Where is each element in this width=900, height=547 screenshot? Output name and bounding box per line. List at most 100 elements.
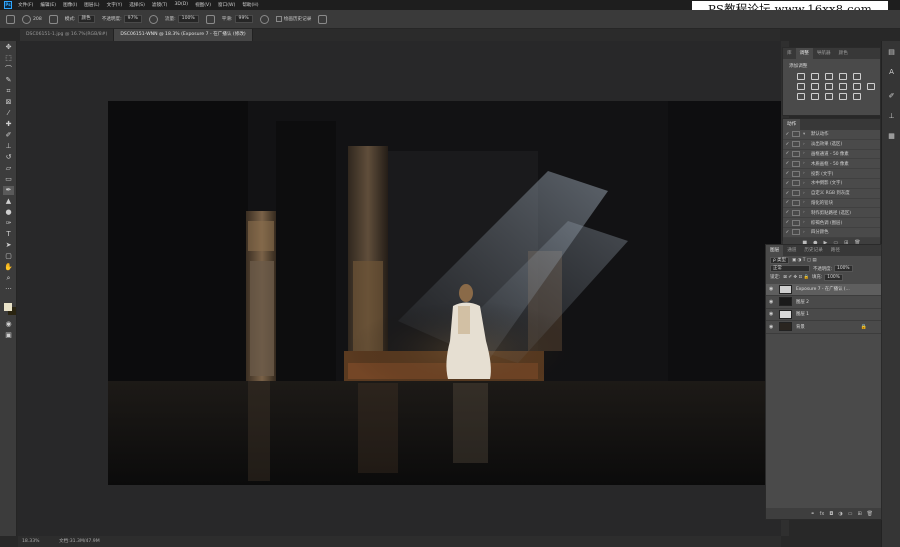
layers-tab[interactable]: 路径 <box>827 245 844 256</box>
dialog-toggle-icon[interactable] <box>792 131 800 138</box>
dodge-tool-icon[interactable]: ● <box>3 208 14 217</box>
sharpen-tool-icon[interactable]: ▲ <box>3 197 14 206</box>
expand-arrow-icon[interactable]: › <box>803 142 811 147</box>
action-row[interactable]: ✓ › 画框通道 - 50 像素 <box>783 150 880 160</box>
menu-item[interactable]: 3D(D) <box>174 2 188 8</box>
levels-icon[interactable] <box>811 73 819 80</box>
swatches-panel-icon[interactable]: ▦ <box>886 131 897 141</box>
brush-panel-icon[interactable]: ✐ <box>886 91 897 101</box>
menu-item[interactable]: 图像(I) <box>63 2 77 8</box>
expand-arrow-icon[interactable]: › <box>803 200 811 205</box>
action-row[interactable]: ✓ › 棕褐色调 (图层) <box>783 218 880 228</box>
layers-tab[interactable]: 通道 <box>783 245 800 256</box>
toggle-check-icon[interactable]: ✓ <box>783 191 792 196</box>
toggle-check-icon[interactable]: ✓ <box>783 161 792 166</box>
dialog-toggle-icon[interactable] <box>792 170 800 177</box>
black-white-icon[interactable] <box>825 83 833 90</box>
filter-icons[interactable]: ▣ ◑ T ▢ ▤ <box>792 258 817 263</box>
action-row[interactable]: ✓ › 四分颜色 <box>783 228 880 238</box>
quick-mask-icon[interactable]: ◉ <box>3 320 14 329</box>
menu-item[interactable]: 文件(F) <box>18 2 33 8</box>
document-tab[interactable]: DSC06151-1.jpg @ 16.7%(RGB/8#) <box>20 29 115 41</box>
foreground-color-swatch[interactable] <box>4 303 12 311</box>
layer-opacity-value[interactable]: 100% <box>834 265 853 273</box>
adjustment-layer-icon[interactable]: ◑ <box>838 511 842 517</box>
quick-select-tool-icon[interactable]: ✎ <box>3 76 14 85</box>
selective-color-icon[interactable] <box>853 93 861 100</box>
visibility-eye-icon[interactable]: ◉ <box>769 324 777 330</box>
toggle-check-icon[interactable]: ✓ <box>783 181 792 186</box>
hand-tool-icon[interactable]: ✋ <box>3 263 14 272</box>
color-balance-icon[interactable] <box>811 83 819 90</box>
color-lookup-icon[interactable] <box>867 83 875 90</box>
action-row[interactable]: ✓ › 淡出效果 (选区) <box>783 140 880 150</box>
add-mask-icon[interactable]: ◘ <box>829 511 833 517</box>
layers-tab[interactable]: 图层 <box>766 245 784 256</box>
opacity-value[interactable]: 97% <box>123 15 142 23</box>
expand-arrow-icon[interactable]: › <box>803 191 811 196</box>
dialog-toggle-icon[interactable] <box>792 160 800 167</box>
adjustments-tab[interactable]: 导航器 <box>813 48 835 59</box>
brush-tool-icon[interactable]: ✐ <box>3 131 14 140</box>
toggle-check-icon[interactable]: ✓ <box>783 230 792 235</box>
clone-source-panel-icon[interactable]: ⊥ <box>886 111 897 121</box>
visibility-eye-icon[interactable]: ◉ <box>769 286 777 292</box>
dialog-toggle-icon[interactable] <box>792 150 800 157</box>
crop-tool-icon[interactable]: ⌗ <box>3 87 14 96</box>
expand-arrow-icon[interactable]: › <box>803 181 811 186</box>
gradient-map-icon[interactable] <box>839 93 847 100</box>
zoom-level[interactable]: 18.33% <box>22 539 40 544</box>
action-row[interactable]: ✓ ▾ 默认动作 <box>783 130 880 140</box>
brush-size-picker[interactable]: 208 <box>22 14 42 24</box>
smoothing-control[interactable]: 平滑: 99% <box>222 15 253 23</box>
zoom-tool-icon[interactable]: ⌕ <box>3 274 14 283</box>
layers-tab[interactable]: 历史记录 <box>800 245 826 256</box>
layer-row[interactable]: ◉ 背景 🔒 <box>766 321 881 334</box>
move-tool-icon[interactable]: ✥ <box>3 43 14 52</box>
document-tab[interactable]: DSC06151-WNN @ 18.3% (Exposure 7 - 在广播认 … <box>114 29 253 41</box>
blur-tool-icon[interactable]: ✒ <box>3 186 14 195</box>
action-row[interactable]: ✓ › 木质画框 - 50 像素 <box>783 159 880 170</box>
gradient-tool-icon[interactable]: ▭ <box>3 175 14 184</box>
adjustments-tab[interactable]: 库 <box>783 48 796 59</box>
menu-item[interactable]: 滤镜(T) <box>152 2 168 8</box>
expand-arrow-icon[interactable]: › <box>803 210 811 215</box>
vibrance-icon[interactable] <box>853 73 861 80</box>
layer-row[interactable]: ◉ Exposure 7 - 在广播认 (... <box>766 283 881 296</box>
smoothing-value[interactable]: 99% <box>234 15 253 23</box>
action-row[interactable]: ✓ › 投影 (文字) <box>783 169 880 179</box>
dialog-toggle-icon[interactable] <box>792 209 800 216</box>
airbrush-button[interactable] <box>205 14 215 24</box>
document-info[interactable]: 文档:31.3M/47.9M <box>59 539 100 544</box>
link-layers-icon[interactable]: ⚭ <box>810 511 814 517</box>
smoothing-options-button[interactable] <box>259 14 269 24</box>
dialog-toggle-icon[interactable] <box>792 219 800 226</box>
menu-item[interactable]: 图层(L) <box>84 2 99 8</box>
paint-history-toggle[interactable]: 绘画历史记录 <box>275 16 311 22</box>
new-layer-icon[interactable]: ⊞ <box>857 511 861 517</box>
layer-row[interactable]: ◉ 图层 1 <box>766 309 881 321</box>
symmetry-button[interactable] <box>318 14 328 24</box>
action-row[interactable]: ✓ › 水中倒影 (文字) <box>783 179 880 189</box>
healing-brush-tool-icon[interactable]: ✚ <box>3 120 14 129</box>
visibility-eye-icon[interactable]: ◉ <box>769 311 777 317</box>
blend-mode-select[interactable]: 正常 <box>770 265 810 273</box>
history-brush-tool-icon[interactable]: ↺ <box>3 153 14 162</box>
layer-row[interactable]: ◉ 图层 2 <box>766 296 881 309</box>
more-tools-icon[interactable]: ··· <box>3 285 14 294</box>
layer-filter-select[interactable]: ρ 类型 <box>770 256 789 264</box>
path-select-tool-icon[interactable]: ➤ <box>3 241 14 250</box>
properties-panel-icon[interactable]: ▤ <box>886 47 897 57</box>
fill-value[interactable]: 100% <box>824 273 843 281</box>
dialog-toggle-icon[interactable] <box>792 199 800 206</box>
menu-item[interactable]: 编辑(E) <box>40 2 56 8</box>
toggle-check-icon[interactable]: ✓ <box>783 200 792 205</box>
posterize-icon[interactable] <box>811 93 819 100</box>
action-row[interactable]: ✓ › 自定义 RGB 到灰度 <box>783 189 880 199</box>
curves-icon[interactable] <box>825 73 833 80</box>
mode-select[interactable]: 模式: 颜色 <box>65 15 95 23</box>
expand-arrow-icon[interactable]: › <box>803 220 811 225</box>
dialog-toggle-icon[interactable] <box>792 229 800 236</box>
menu-item[interactable]: 选择(S) <box>129 2 145 8</box>
mode-value[interactable]: 颜色 <box>77 15 95 23</box>
